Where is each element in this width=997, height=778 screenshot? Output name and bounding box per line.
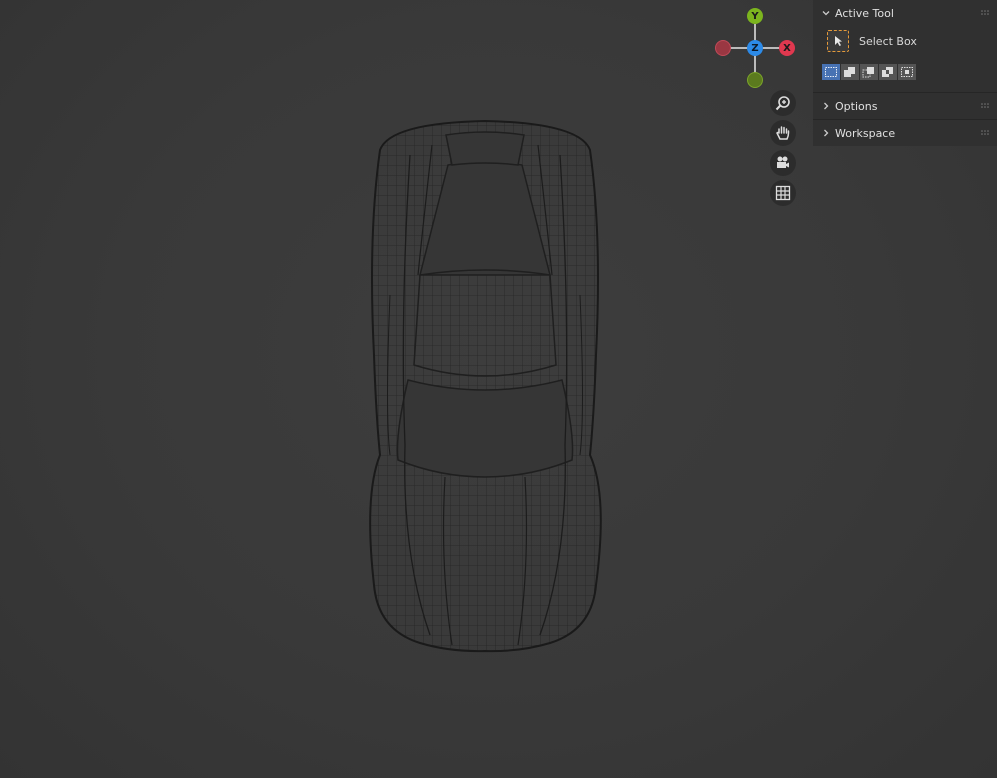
options-header[interactable]: Options [813, 93, 997, 119]
active-tool-label: Select Box [859, 34, 917, 48]
options-section: Options [813, 93, 997, 119]
active-tool-title: Active Tool [835, 6, 894, 20]
selection-mode-group [822, 64, 917, 80]
3d-viewport[interactable]: Y Z X Active Tool Select Box Options Wor… [0, 0, 997, 778]
chevron-right-icon [819, 126, 833, 140]
navigation-gizmo[interactable]: Y Z X [712, 6, 798, 90]
select-difference-icon [882, 67, 893, 77]
chevron-right-icon [819, 99, 833, 113]
zoom-button[interactable] [770, 90, 796, 116]
grid-ortho-icon [775, 185, 791, 201]
gizmo-x-label: X [783, 42, 791, 54]
gizmo-x-axis[interactable]: X [779, 40, 795, 56]
drag-grip-icon[interactable] [981, 130, 991, 136]
select-set-icon [825, 67, 837, 77]
pan-button[interactable] [770, 120, 796, 146]
workspace-title: Workspace [835, 126, 896, 140]
mode-subtract-button[interactable] [860, 64, 878, 80]
gizmo-y-axis[interactable]: Y [747, 8, 763, 24]
mode-extend-button[interactable] [841, 64, 859, 80]
gizmo-z-axis[interactable]: Z [747, 40, 763, 56]
drag-grip-icon[interactable] [981, 103, 991, 109]
car-wireframe-mesh [369, 119, 602, 653]
gizmo-y-label: Y [751, 10, 759, 22]
workspace-header[interactable]: Workspace [813, 120, 997, 146]
camera-icon [777, 156, 789, 168]
chevron-down-icon [819, 6, 833, 20]
gizmo-neg-y-axis[interactable] [747, 72, 763, 88]
hand-pan-icon [776, 126, 790, 140]
mode-difference-button[interactable] [879, 64, 897, 80]
workspace-section: Workspace [813, 120, 997, 146]
tool-settings-panel: Active Tool Select Box Options Workspace [813, 0, 997, 146]
ortho-toggle-button[interactable] [770, 180, 796, 206]
active-tool-header[interactable]: Active Tool [813, 0, 997, 26]
gizmo-neg-x-axis[interactable] [715, 40, 731, 56]
select-intersect-icon [901, 67, 913, 77]
drag-grip-icon[interactable] [981, 10, 991, 16]
active-tool-section: Active Tool Select Box [813, 0, 997, 90]
zoom-icon [775, 96, 790, 111]
select-subtract-icon [862, 67, 874, 78]
gizmo-z-label: Z [751, 42, 759, 54]
camera-view-button[interactable] [770, 150, 796, 176]
options-title: Options [835, 99, 878, 113]
active-tool-row[interactable]: Select Box [827, 30, 917, 52]
mode-set-button[interactable] [822, 64, 840, 80]
mode-intersect-button[interactable] [898, 64, 916, 80]
select-extend-icon [844, 67, 855, 77]
select-box-icon [827, 30, 849, 52]
